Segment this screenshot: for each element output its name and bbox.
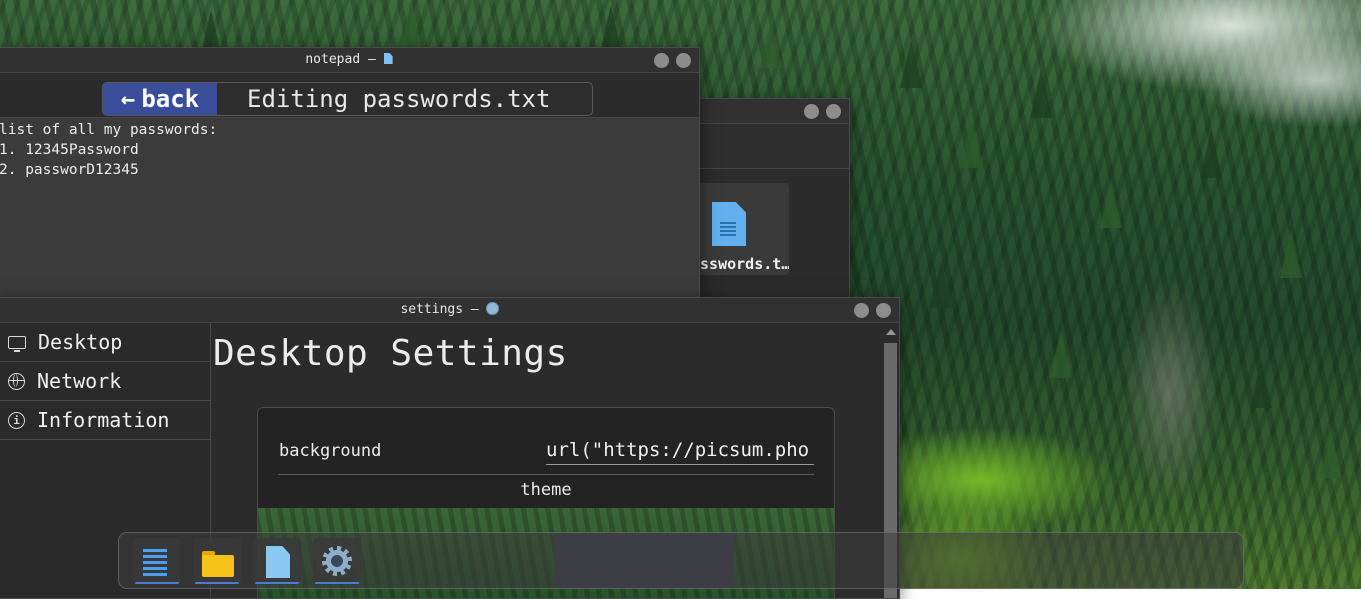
notepad-titlebar[interactable]: notepad – xyxy=(0,48,699,73)
gear-icon xyxy=(486,303,498,314)
notepad-bar: ← back Editing passwords.txt xyxy=(102,82,593,116)
window-title: notepad – xyxy=(0,52,699,67)
tree xyxy=(600,5,622,53)
tree xyxy=(1320,430,1342,478)
monitor-icon xyxy=(8,335,26,352)
gear-icon xyxy=(322,546,352,576)
close-button[interactable] xyxy=(826,104,841,119)
background-label: background xyxy=(279,441,382,461)
tree xyxy=(1030,70,1052,118)
sidebar-item-label: Network xyxy=(37,369,122,393)
notepad-header: ← back Editing passwords.txt xyxy=(0,73,699,118)
window-title: settings – xyxy=(0,302,899,317)
background-row: background xyxy=(278,428,814,475)
settings-titlebar[interactable]: settings – xyxy=(0,298,899,323)
dock-notepad-button[interactable] xyxy=(253,538,301,584)
dock-settings-button[interactable] xyxy=(313,538,361,584)
scroll-up-icon[interactable] xyxy=(886,329,896,335)
dock xyxy=(118,532,1244,589)
info-icon: i xyxy=(8,411,25,429)
file-manager-titlebar[interactable] xyxy=(691,99,849,124)
tree xyxy=(960,120,982,168)
sidebar-item-network[interactable]: Network xyxy=(0,362,210,401)
back-button[interactable]: ← back xyxy=(103,83,217,115)
tree xyxy=(1200,130,1222,178)
dock-window-preview[interactable] xyxy=(554,533,734,588)
tree xyxy=(930,260,952,308)
globe-icon xyxy=(8,372,25,390)
notepad-window: notepad – ← back Editing passwords.txt l… xyxy=(0,47,700,301)
file-name: asswords.t… xyxy=(691,255,789,273)
window-title-text: notepad – xyxy=(305,52,376,67)
sidebar-item-label: Desktop xyxy=(38,330,123,354)
notepad-text-area[interactable]: list of all my passwords: 1. 12345Passwo… xyxy=(0,118,699,300)
theme-label: theme xyxy=(520,480,572,500)
window-title-text: settings – xyxy=(400,302,479,317)
page-title: Desktop Settings xyxy=(213,333,568,374)
document-icon xyxy=(712,202,746,246)
editing-title: Editing passwords.txt xyxy=(247,85,551,113)
dock-files-button[interactable] xyxy=(193,538,241,584)
tree xyxy=(1100,180,1122,228)
close-button[interactable] xyxy=(676,53,691,68)
back-label: back xyxy=(141,85,200,113)
tree xyxy=(760,20,782,68)
minimize-button[interactable] xyxy=(654,53,669,68)
minimize-button[interactable] xyxy=(804,104,819,119)
tree xyxy=(400,0,422,48)
tree xyxy=(900,40,922,88)
document-icon xyxy=(383,53,393,64)
minimize-button[interactable] xyxy=(854,303,869,318)
file-manager-window: asswords.t… xyxy=(690,98,850,300)
sidebar-item-information[interactable]: i Information xyxy=(0,401,210,440)
tree xyxy=(1280,230,1302,278)
tree xyxy=(1050,330,1072,378)
sidebar-item-desktop[interactable]: Desktop xyxy=(0,323,210,362)
back-arrow-icon: ← xyxy=(120,85,136,113)
sidebar-item-label: Information xyxy=(37,408,170,432)
document-icon xyxy=(266,546,290,578)
background-input[interactable] xyxy=(546,436,814,465)
dock-list-button[interactable] xyxy=(133,538,181,584)
tree xyxy=(1250,360,1272,408)
file-manager-toolbar xyxy=(691,124,849,169)
close-button[interactable] xyxy=(876,303,891,318)
file-item-passwords[interactable]: asswords.t… xyxy=(691,183,789,275)
